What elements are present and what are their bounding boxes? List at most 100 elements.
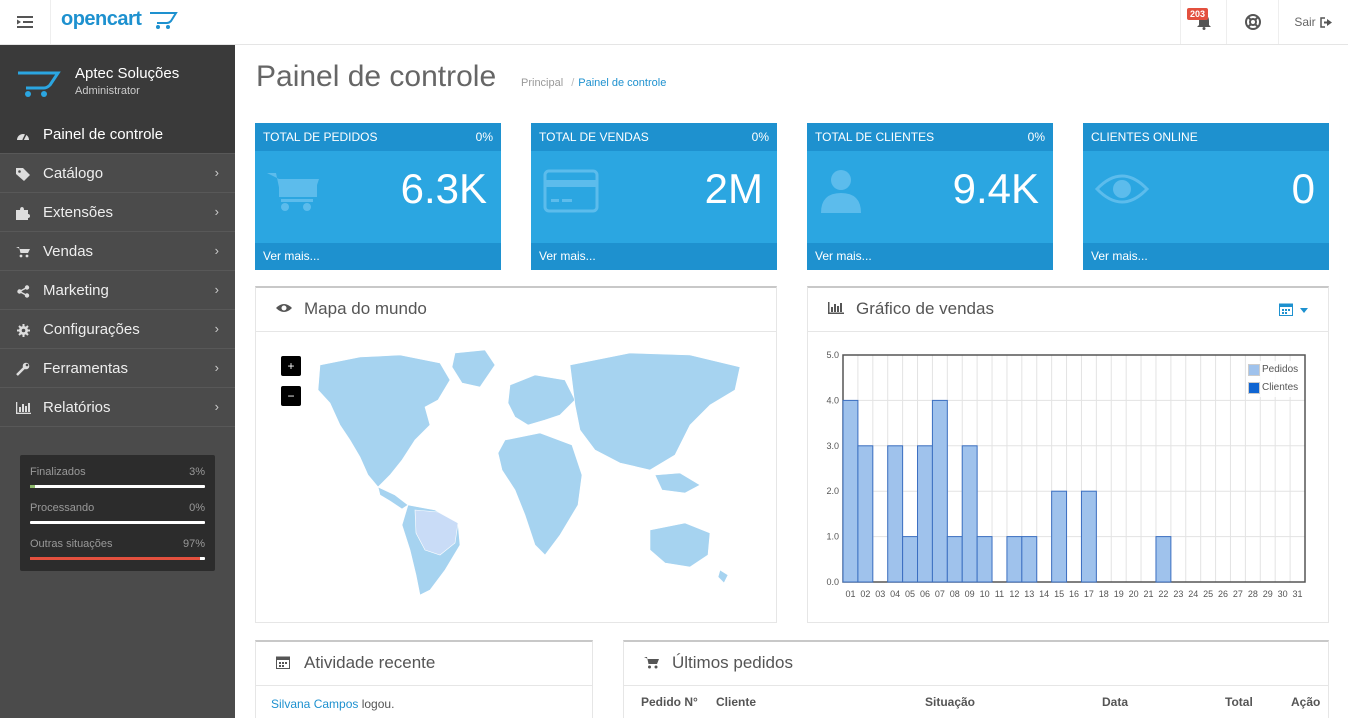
sidebar-item-puzzle[interactable]: Extensões ›	[0, 193, 235, 232]
logout-button[interactable]: Sair	[1278, 0, 1348, 44]
y-tick-label: 5.0	[826, 350, 839, 360]
opencart-logo[interactable]: opencart	[61, 8, 178, 31]
bar-pedidos	[1006, 536, 1023, 583]
sidebar-item-gear[interactable]: Configurações ›	[0, 310, 235, 349]
column-header-customer[interactable]: Cliente	[716, 695, 756, 709]
x-tick-label: 30	[1278, 589, 1288, 599]
tile-percent: 0%	[751, 130, 769, 144]
tile-view-more-link[interactable]: Ver mais...	[1083, 243, 1329, 270]
sidebar-item-label: Marketing	[43, 281, 109, 299]
map-greenland	[451, 349, 496, 388]
activity-entry: Silvana Campos logou.	[271, 697, 394, 711]
sidebar-item-label: Configurações	[43, 320, 140, 338]
progress-label: Outras situações	[30, 538, 113, 550]
help-button[interactable]	[1226, 0, 1278, 44]
bar-pedidos	[1021, 536, 1038, 583]
tile-customers-online: CLIENTES ONLINE 0 Ver mais...	[1083, 123, 1329, 270]
sidebar-item-dashboard[interactable]: Painel de controle	[0, 115, 235, 154]
tile-title: TOTAL DE VENDAS	[539, 130, 649, 144]
chevron-right-icon: ›	[214, 360, 219, 375]
world-map[interactable]	[290, 345, 750, 600]
x-tick-label: 10	[980, 589, 990, 599]
x-tick-label: 19	[1114, 589, 1124, 599]
x-tick-label: 14	[1039, 589, 1049, 599]
chevron-right-icon: ›	[214, 165, 219, 180]
progress-value: 3%	[189, 466, 205, 478]
chevron-right-icon: ›	[214, 204, 219, 219]
tile-view-more-link[interactable]: Ver mais...	[807, 243, 1053, 270]
chevron-right-icon: ›	[214, 243, 219, 258]
life-ring-icon	[1244, 14, 1261, 30]
x-tick-label: 06	[920, 589, 930, 599]
activity-user-link[interactable]: Silvana Campos	[271, 697, 358, 711]
breadcrumb-home[interactable]: Principal	[521, 77, 563, 89]
progress-item: Outras situações 97%	[30, 533, 205, 569]
user-icon	[821, 170, 861, 213]
tags-icon	[15, 166, 31, 182]
calendar-icon	[276, 656, 290, 669]
column-header-status[interactable]: Situação	[925, 695, 975, 709]
breadcrumb-current[interactable]: Painel de controle	[578, 77, 666, 89]
tile-value: 6.3K	[400, 165, 487, 212]
x-tick-label: 17	[1084, 589, 1094, 599]
x-tick-label: 04	[890, 589, 900, 599]
progress-bar	[30, 485, 205, 488]
tile-view-more-link[interactable]: Ver mais...	[531, 243, 777, 270]
column-header-order-id[interactable]: Pedido N°	[641, 695, 698, 709]
legend-item-pedidos: Pedidos	[1246, 361, 1302, 379]
legend-item-clientes: Clientes	[1246, 379, 1302, 397]
column-header-date[interactable]: Data	[1102, 695, 1128, 709]
sidebar-nav: Painel de controle Catálogo › Extensões › Ven…	[0, 115, 235, 427]
column-header-total[interactable]: Total	[1225, 695, 1253, 709]
sidebar-item-wrench[interactable]: Ferramentas ›	[0, 349, 235, 388]
x-tick-label: 27	[1233, 589, 1243, 599]
top-header: opencart 203 Sair	[0, 0, 1348, 45]
profile-cart-logo-icon	[18, 71, 61, 97]
legend-label: Clientes	[1262, 382, 1299, 393]
sidebar-item-cart[interactable]: Vendas ›	[0, 232, 235, 271]
map-asia	[569, 352, 741, 471]
tile-value: 9.4K	[952, 165, 1039, 212]
tile-value: 2M	[704, 165, 763, 212]
x-tick-label: 02	[860, 589, 870, 599]
sidebar-item-share[interactable]: Marketing ›	[0, 271, 235, 310]
dashboard-icon	[15, 127, 31, 143]
map-southeast-asia	[654, 472, 701, 494]
bar-pedidos	[842, 399, 859, 583]
x-tick-label: 16	[1069, 589, 1079, 599]
bar-pedidos	[931, 399, 948, 583]
progress-label: Finalizados	[30, 466, 86, 478]
notifications-button[interactable]: 203	[1180, 0, 1226, 44]
tile-title: CLIENTES ONLINE	[1091, 130, 1198, 144]
user-profile[interactable]: Aptec Soluções Administrator	[0, 45, 235, 115]
legend-label: Pedidos	[1262, 364, 1299, 375]
x-tick-label: 15	[1054, 589, 1064, 599]
logout-label: Sair	[1294, 15, 1316, 29]
profile-role: Administrator	[75, 85, 140, 97]
progress-value: 0%	[189, 502, 205, 514]
sidebar-item-bar-chart[interactable]: Relatórios ›	[0, 388, 235, 427]
bar-pedidos	[1080, 490, 1097, 583]
x-tick-label: 12	[1009, 589, 1019, 599]
menu-toggle-button[interactable]	[0, 0, 51, 44]
x-tick-label: 25	[1203, 589, 1213, 599]
sidebar-item-tags[interactable]: Catálogo ›	[0, 154, 235, 193]
y-tick-label: 1.0	[826, 532, 839, 542]
calendar-icon	[1279, 303, 1294, 316]
chevron-right-icon: ›	[214, 321, 219, 336]
share-icon	[15, 283, 31, 299]
panel-title: Gráfico de vendas	[856, 299, 994, 318]
logo-text: opencart	[61, 8, 142, 30]
column-header-action: Ação	[1291, 695, 1321, 709]
bar-pedidos	[946, 536, 963, 583]
x-tick-label: 24	[1188, 589, 1198, 599]
wrench-icon	[15, 361, 31, 377]
chart-legend: Pedidos Clientes	[1246, 361, 1302, 397]
map-new-zealand	[717, 569, 729, 584]
indent-icon	[17, 16, 33, 28]
sales-chart: 0.0 1.0 2.0 3.0 4.0 5.0 01 02 03 04 05 06 07 08 09 10 11…	[826, 350, 1306, 599]
tile-view-more-link[interactable]: Ver mais...	[255, 243, 501, 270]
date-range-dropdown[interactable]	[1279, 301, 1308, 321]
tile-total-orders: TOTAL DE PEDIDOS 0% 6.3K Ver mais...	[255, 123, 501, 270]
puzzle-icon	[15, 205, 31, 221]
